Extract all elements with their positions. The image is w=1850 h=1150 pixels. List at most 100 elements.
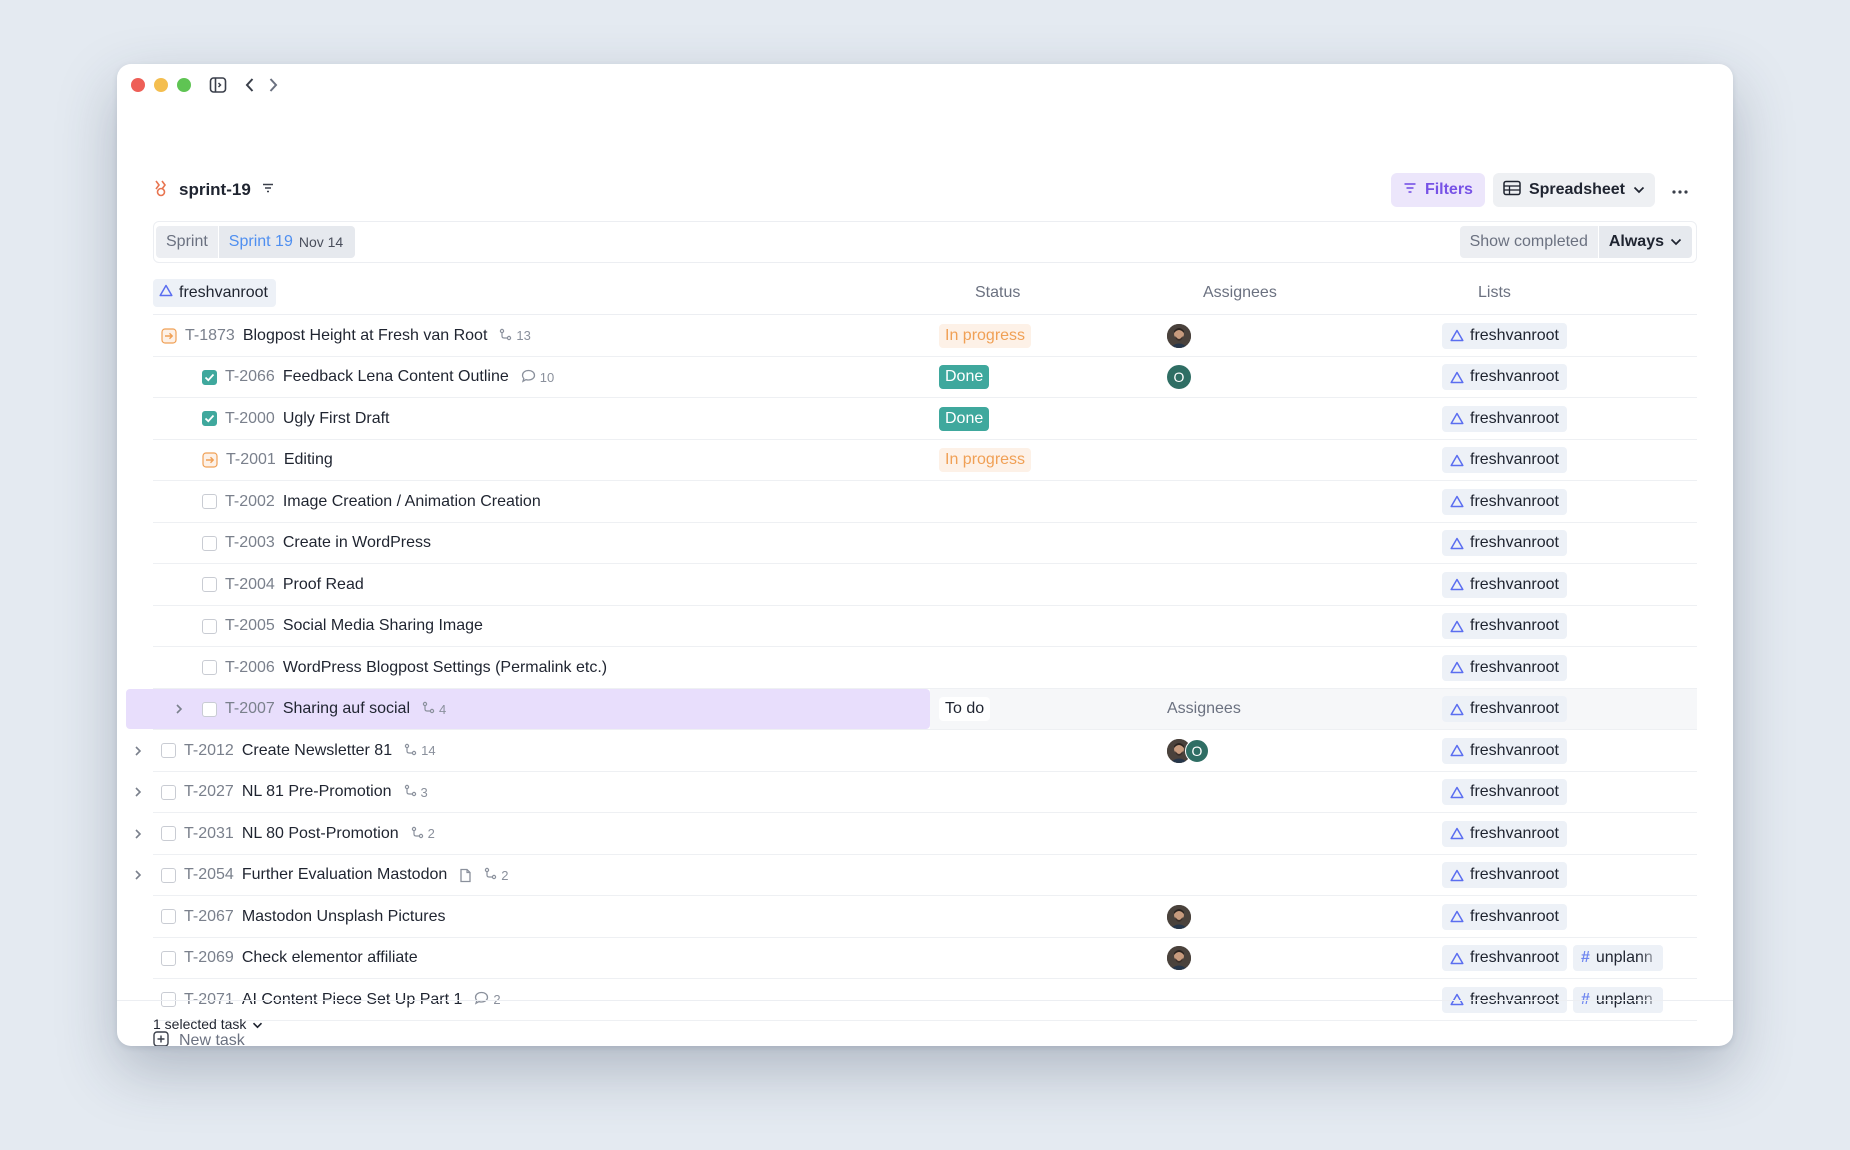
status-badge[interactable]: To do xyxy=(939,697,991,721)
task-name[interactable]: Further Evaluation Mastodon xyxy=(242,866,447,884)
list-chip[interactable]: freshvanroot xyxy=(1442,571,1567,598)
checkbox[interactable] xyxy=(161,743,176,758)
list-chip[interactable]: freshvanroot xyxy=(1442,447,1567,473)
table-row[interactable]: T-2001 Editing In progress freshvanroot xyxy=(117,440,1733,481)
list-chip[interactable]: freshvanroot xyxy=(1442,364,1567,390)
assignees-cell[interactable]: Assignees xyxy=(1167,689,1241,730)
lists-cell[interactable]: freshvanroot xyxy=(1442,481,1567,522)
table-row[interactable]: T-2004 Proof Read freshvanroot xyxy=(117,564,1733,606)
more-options-button[interactable] xyxy=(1663,173,1697,207)
lists-cell[interactable]: freshvanroot xyxy=(1442,730,1567,771)
task-name[interactable]: Create Newsletter 81 xyxy=(242,742,392,760)
project-filter-icon[interactable] xyxy=(261,181,275,200)
status-badge[interactable]: Done xyxy=(939,406,990,431)
show-completed-select[interactable]: Always xyxy=(1597,226,1692,258)
checkbox[interactable] xyxy=(161,784,176,800)
status-cell[interactable]: To do xyxy=(939,689,991,730)
task-name[interactable]: Proof Read xyxy=(283,576,364,594)
list-chip[interactable]: freshvanroot xyxy=(1442,779,1567,805)
column-header-lists[interactable]: Lists xyxy=(1478,271,1511,315)
lists-cell[interactable]: freshvanroot xyxy=(1442,813,1567,854)
expand-row-button[interactable] xyxy=(131,813,145,854)
forward-chevron-icon[interactable] xyxy=(265,72,281,98)
lists-cell[interactable]: freshvanroot xyxy=(1442,357,1567,398)
table-row[interactable]: T-2000 Ugly First Draft Done freshvanroot xyxy=(117,398,1733,440)
list-chip[interactable]: freshvanroot xyxy=(1442,488,1567,515)
table-row[interactable]: T-2003 Create in WordPress freshvanroot xyxy=(117,523,1733,564)
task-cell[interactable]: T-1873 Blogpost Height at Fresh van Root 1… xyxy=(161,315,531,356)
lists-cell[interactable]: freshvanroot xyxy=(1442,855,1567,896)
list-chip[interactable]: freshvanroot xyxy=(1442,903,1567,930)
list-chip[interactable]: freshvanroot xyxy=(1442,405,1567,432)
task-name[interactable]: Mastodon Unsplash Pictures xyxy=(242,908,446,926)
expand-row-button[interactable] xyxy=(131,855,145,896)
task-name[interactable]: Image Creation / Animation Creation xyxy=(283,493,541,511)
checkbox-checked[interactable] xyxy=(202,411,217,426)
table-row[interactable]: T-2027 NL 81 Pre-Promotion 3 freshvanroot xyxy=(117,772,1733,813)
view-switcher-button[interactable]: Spreadsheet xyxy=(1492,173,1655,207)
expand-row-button[interactable] xyxy=(131,730,145,771)
lists-cell[interactable]: freshvanroot xyxy=(1442,315,1567,356)
table-row[interactable]: T-2007 Sharing auf social 4 To do Assignees f… xyxy=(117,688,1733,730)
checkbox[interactable] xyxy=(202,701,217,717)
status-badge[interactable]: In progress xyxy=(939,448,1032,472)
checkbox[interactable] xyxy=(161,909,176,924)
expand-row-button[interactable] xyxy=(131,772,145,813)
list-chip[interactable]: freshvanroot xyxy=(1442,945,1567,971)
task-cell[interactable]: T-2002 Image Creation / Animation Creatio… xyxy=(202,481,541,522)
task-name[interactable]: Blogpost Height at Fresh van Root xyxy=(243,327,488,345)
avatar[interactable] xyxy=(1167,904,1191,929)
avatar[interactable]: O xyxy=(1185,738,1209,763)
in-progress-icon[interactable] xyxy=(202,452,218,468)
close-window-button[interactable] xyxy=(131,78,145,92)
avatar[interactable]: O xyxy=(1167,365,1191,389)
lists-cell[interactable]: freshvanroot xyxy=(1442,606,1567,647)
task-name[interactable]: Sharing auf social xyxy=(283,700,410,718)
status-cell[interactable]: In progress xyxy=(939,315,1032,356)
status-cell[interactable]: Done xyxy=(939,357,990,398)
task-cell[interactable]: T-2006 WordPress Blogpost Settings (Perma… xyxy=(202,647,607,688)
task-name[interactable]: Check elementor affiliate xyxy=(242,949,418,967)
task-name[interactable]: Feedback Lena Content Outline xyxy=(283,368,509,386)
zoom-window-button[interactable] xyxy=(177,78,191,92)
in-progress-icon[interactable] xyxy=(161,327,177,344)
filters-button[interactable]: Filters xyxy=(1390,173,1485,207)
list-chip[interactable]: freshvanroot xyxy=(1442,613,1567,639)
lists-cell[interactable]: freshvanroot xyxy=(1442,647,1567,688)
checkbox[interactable] xyxy=(161,826,176,841)
status-badge[interactable]: Done xyxy=(939,365,990,389)
expand-row-button[interactable] xyxy=(172,689,186,730)
task-cell[interactable]: T-2066 Feedback Lena Content Outline 10 xyxy=(202,357,554,398)
task-cell[interactable]: T-2007 Sharing auf social 4 xyxy=(202,689,446,730)
group-header-chip[interactable]: freshvanroot xyxy=(153,279,276,307)
checkbox[interactable] xyxy=(161,950,176,966)
tag-chip[interactable]: # unplann xyxy=(1572,945,1663,971)
sidebar-toggle-icon[interactable] xyxy=(207,72,229,98)
selection-menu-button[interactable]: 1 selected task xyxy=(153,1001,263,1046)
checkbox[interactable] xyxy=(161,867,176,883)
status-cell[interactable]: In progress xyxy=(939,440,1032,481)
task-name[interactable]: Editing xyxy=(284,451,333,469)
lists-cell[interactable]: freshvanroot xyxy=(1442,896,1567,937)
task-name[interactable]: Social Media Sharing Image xyxy=(283,617,483,635)
checkbox[interactable] xyxy=(202,535,217,551)
task-cell[interactable]: T-2004 Proof Read xyxy=(202,564,364,605)
task-cell[interactable]: T-2001 Editing xyxy=(202,440,333,481)
assignees-cell[interactable] xyxy=(1167,315,1191,356)
task-name[interactable]: WordPress Blogpost Settings (Permalink e… xyxy=(283,659,607,677)
checkbox[interactable] xyxy=(202,660,217,675)
checkbox-checked[interactable] xyxy=(202,369,217,385)
task-cell[interactable]: T-2012 Create Newsletter 81 14 xyxy=(161,730,436,771)
back-chevron-icon[interactable] xyxy=(242,72,258,98)
assignees-cell[interactable]: O xyxy=(1167,357,1191,398)
table-row[interactable]: T-2012 Create Newsletter 81 14 Ofreshvanroo… xyxy=(117,730,1733,772)
lists-cell[interactable]: freshvanroot # unplann xyxy=(1442,938,1663,979)
task-cell[interactable]: T-2067 Mastodon Unsplash Pictures xyxy=(161,896,445,937)
assignees-cell[interactable] xyxy=(1167,938,1191,979)
lists-cell[interactable]: freshvanroot xyxy=(1442,398,1567,439)
lists-cell[interactable]: freshvanroot xyxy=(1442,440,1567,481)
table-row[interactable]: T-2067 Mastodon Unsplash Pictures freshvan… xyxy=(117,896,1733,938)
task-cell[interactable]: T-2054 Further Evaluation Mastodon 2 xyxy=(161,855,509,896)
task-cell[interactable]: T-2069 Check elementor affiliate xyxy=(161,938,418,979)
status-cell[interactable]: Done xyxy=(939,398,990,439)
